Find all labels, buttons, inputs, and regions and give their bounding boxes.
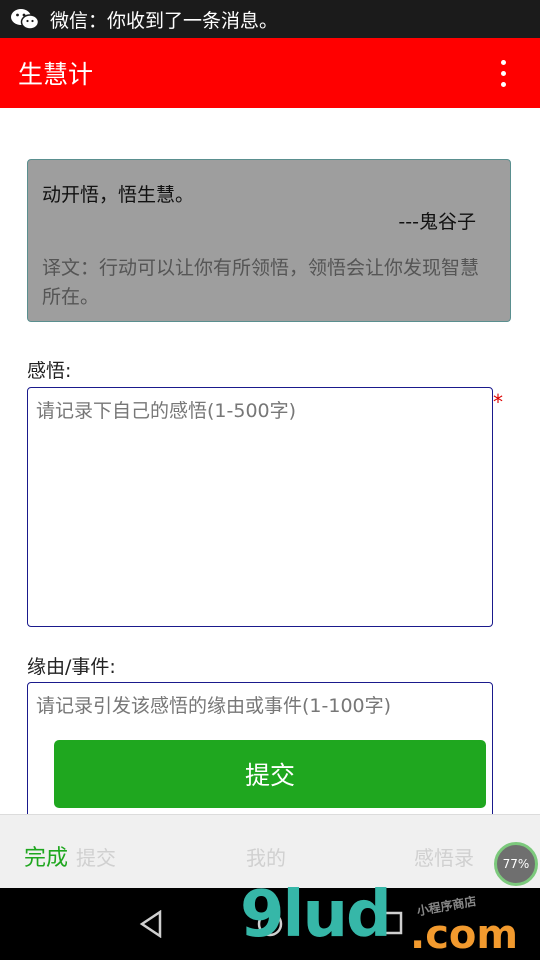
quote-card: 动开悟，悟生慧。 ---鬼谷子 译文：行动可以让你有所领悟，领悟会让你发现智慧所…	[27, 159, 511, 322]
ghost-tab-mine: 我的	[246, 846, 286, 870]
app-title: 生慧计	[18, 60, 94, 89]
reason-placeholder: 请记录引发该感悟的缘由或事件(1-100字)	[36, 695, 392, 717]
insight-textarea[interactable]: 请记录下自己的感悟(1-500字)	[27, 387, 493, 627]
back-icon[interactable]	[138, 910, 164, 938]
wechat-icon	[11, 9, 40, 30]
required-mark: *	[493, 390, 503, 414]
quote-author: ---鬼谷子	[398, 211, 476, 233]
notification-text: 微信：你收到了一条消息。	[50, 9, 279, 32]
quote-translation: 译文：行动可以让你有所领悟，领悟会让你发现智慧所在。	[42, 257, 480, 308]
watermark-logo: 9lud	[240, 878, 392, 952]
watermark-domain: .com	[410, 912, 519, 958]
quote-text: 动开悟，悟生慧。	[42, 184, 195, 206]
watermark: 9lud .com 小程序商店	[240, 878, 518, 958]
progress-badge[interactable]: 77%	[494, 842, 538, 886]
submit-button[interactable]: 提交	[54, 740, 486, 808]
keyboard-accessory-bar: 提交 我的 感悟录 完成	[0, 814, 540, 888]
ghost-tab-submit: 提交	[76, 846, 116, 870]
ghost-tab-records: 感悟录	[414, 846, 474, 870]
app-bar: 生慧计	[0, 38, 540, 108]
done-button[interactable]: 完成	[24, 840, 68, 872]
insight-placeholder: 请记录下自己的感悟(1-500字)	[36, 400, 297, 422]
status-bar: 微信：你收到了一条消息。	[0, 0, 540, 38]
more-options-icon[interactable]	[488, 53, 518, 93]
insight-label: 感悟:	[27, 360, 72, 382]
reason-label: 缘由/事件:	[27, 656, 116, 678]
